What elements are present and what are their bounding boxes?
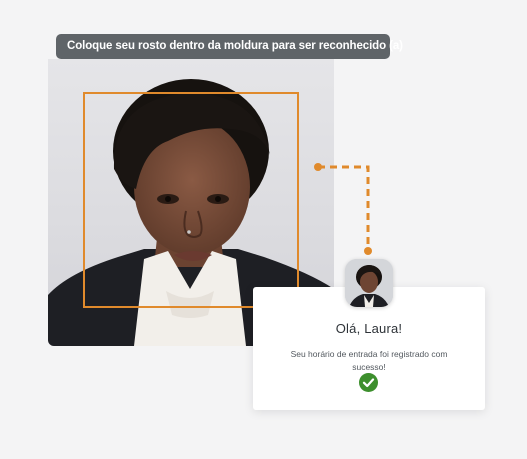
user-avatar: [345, 259, 393, 307]
instruction-tooltip: Coloque seu rosto dentro da moldura para…: [56, 34, 403, 59]
check-circle-icon: [359, 373, 378, 392]
face-frame: [83, 92, 299, 308]
greeting-text: Olá, Laura!: [335, 321, 403, 336]
success-message: Seu horário de entrada foi registrado co…: [290, 349, 448, 372]
